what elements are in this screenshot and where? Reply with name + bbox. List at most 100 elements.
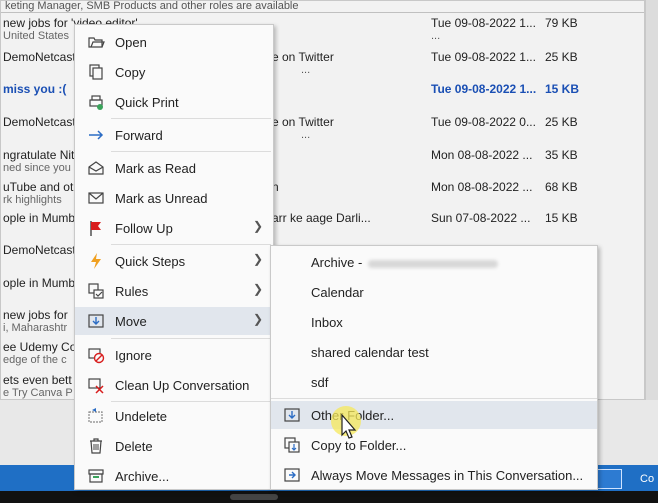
menu-item-quick-steps[interactable]: Quick Steps ❯ [75, 247, 273, 275]
submenu-item-label: sdf [311, 375, 329, 390]
menu-item-label: Copy [115, 65, 146, 80]
menu-separator [111, 338, 271, 339]
menu-item-label: Clean Up Conversation [115, 378, 250, 393]
submenu-folder-calendar[interactable]: Calendar [271, 278, 597, 306]
menu-item-archive[interactable]: Archive... [75, 462, 273, 490]
submenu-folder-inbox[interactable]: Inbox [271, 308, 597, 336]
lightning-icon [91, 253, 101, 269]
menu-item-clean-up-conversation[interactable]: Clean Up Conversation [75, 371, 273, 399]
menu-item-quick-print[interactable]: Quick Print [75, 88, 273, 116]
email-row-date: Sun 07-08-2022 ... [431, 211, 531, 225]
submenu-other-folder[interactable]: Other Folder... [271, 401, 597, 429]
menu-item-mark-as-read[interactable]: Mark as Read [75, 154, 273, 182]
menu-item-label: Rules [115, 284, 149, 299]
email-row-sender[interactable]: uTube and oth [3, 180, 80, 194]
folder-arrow-icon [284, 408, 300, 422]
email-row-preview: United States [3, 30, 70, 42]
mouse-cursor-icon [331, 406, 361, 439]
menu-separator [111, 118, 271, 119]
menu-item-label: Mark as Unread [115, 191, 208, 206]
submenu-item-label: shared calendar test [311, 345, 429, 360]
printer-icon [89, 95, 103, 110]
email-row-dots: ... [301, 129, 311, 141]
email-row-subject: e on Twitter [272, 50, 334, 64]
email-row-size: 15 KB [545, 211, 578, 225]
submenu-folder-sdf[interactable]: sdf [271, 368, 597, 396]
always-move-icon [284, 468, 300, 482]
email-row-size: 15 KB [545, 82, 580, 96]
menu-item-rules[interactable]: Rules ❯ [75, 277, 273, 305]
email-row-date: Tue 09-08-2022 0... [431, 115, 536, 129]
submenu-chevron-icon: ❯ [253, 219, 264, 233]
envelope-icon [88, 192, 104, 204]
envelope-open-icon [88, 161, 104, 175]
email-row-size: 68 KB [545, 180, 578, 194]
menu-item-label: Forward [115, 128, 163, 143]
scroll-thumb[interactable] [230, 494, 278, 500]
forward-arrow-icon [89, 130, 104, 140]
email-row-sender[interactable]: ee Udemy Cou [3, 340, 83, 354]
menu-separator [111, 244, 271, 245]
menu-item-follow-up[interactable]: Follow Up ❯ [75, 214, 273, 242]
menu-item-label: Move [115, 314, 147, 329]
menu-item-ignore[interactable]: Ignore [75, 341, 273, 369]
view-toggle-button[interactable] [594, 469, 622, 489]
email-row-sender[interactable]: ets even bett [3, 373, 72, 387]
submenu-item-label: Calendar [311, 285, 364, 300]
email-header-line: keting Manager, SMB Products and other r… [1, 1, 644, 13]
menu-item-label: Quick Print [115, 95, 179, 110]
menu-item-label: Undelete [115, 409, 168, 424]
menu-item-forward[interactable]: Forward [75, 121, 273, 149]
email-row-preview: edge of the c [3, 354, 67, 366]
open-folder-icon [88, 37, 105, 48]
email-row-sender[interactable]: miss you :( [3, 82, 66, 96]
email-row-preview: ned since you [3, 162, 71, 174]
email-row-preview: e Try Canva P [3, 387, 73, 399]
email-row-dots: ... [431, 30, 441, 42]
menu-item-open[interactable]: Open [75, 28, 273, 56]
context-menu[interactable]: Open Copy Quick Print Forward Mark as Re… [74, 24, 274, 490]
email-row-preview: rk highlights [3, 194, 62, 206]
email-row-size: 79 KB [545, 16, 578, 30]
submenu-item-label: Archive - [311, 255, 499, 270]
submenu-folder-shared-calendar-test[interactable]: shared calendar test [271, 338, 597, 366]
email-row-sender[interactable]: DemoNetcast, [3, 50, 79, 64]
status-right-text: Co [640, 473, 655, 485]
menu-item-mark-as-unread[interactable]: Mark as Unread [75, 184, 273, 212]
email-row-sender[interactable]: ngratulate Nit [3, 148, 74, 162]
email-row-sender[interactable]: new jobs for [3, 308, 68, 322]
email-row-sender[interactable]: DemoNetcast, [3, 115, 79, 129]
submenu-chevron-icon: ❯ [253, 282, 264, 296]
submenu-separator [271, 398, 597, 399]
list-scrollbar[interactable] [645, 0, 658, 400]
email-row-sender[interactable]: DemoNetcast, [3, 243, 79, 257]
submenu-folder-archive[interactable]: Archive - [271, 248, 597, 276]
email-row-sender[interactable]: ople in Mumb [3, 276, 75, 290]
taskbar-strip [0, 491, 658, 503]
menu-item-delete[interactable]: Delete [75, 432, 273, 460]
email-row-date: Mon 08-08-2022 ... [431, 180, 533, 194]
email-row-sender[interactable]: ople in Mumb [3, 211, 75, 225]
submenu-always-move[interactable]: Always Move Messages in This Conversatio… [271, 461, 597, 489]
menu-item-copy[interactable]: Copy [75, 58, 273, 86]
submenu-chevron-icon: ❯ [253, 312, 264, 326]
submenu-copy-to-folder[interactable]: Copy to Folder... [271, 431, 597, 459]
copy-icon [89, 64, 103, 80]
archive-icon [88, 469, 104, 483]
email-row-date: Tue 09-08-2022 1... [431, 50, 536, 64]
menu-item-label: Open [115, 35, 147, 50]
move-submenu[interactable]: Archive - Calendar Inbox shared calendar… [270, 245, 598, 490]
email-row-subject: arr ke aage Darli... [272, 211, 371, 225]
undelete-icon [88, 408, 103, 423]
submenu-item-label: Always Move Messages in This Conversatio… [311, 468, 584, 483]
menu-item-label: Follow Up [115, 221, 173, 236]
menu-item-undelete[interactable]: Undelete [75, 402, 273, 430]
email-row-size: 25 KB [545, 115, 578, 129]
menu-item-label: Quick Steps [115, 254, 186, 269]
clean-up-icon [88, 378, 104, 394]
menu-item-move[interactable]: Move ❯ [75, 307, 273, 335]
move-folder-icon [88, 314, 104, 328]
email-row-preview: i, Maharashtr [3, 322, 68, 334]
menu-item-label: Delete [115, 439, 153, 454]
menu-separator [111, 151, 271, 152]
